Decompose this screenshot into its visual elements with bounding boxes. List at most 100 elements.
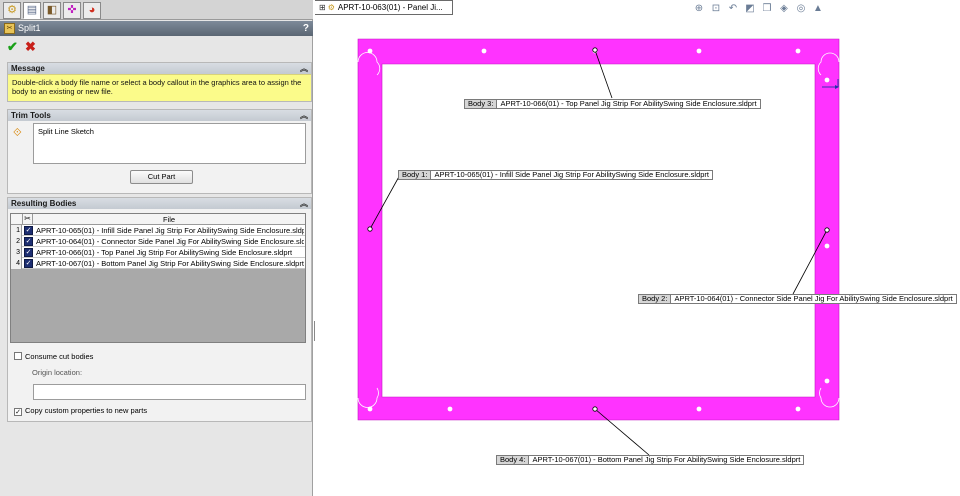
hole — [481, 48, 487, 54]
callout-tag: Body 1: — [399, 171, 432, 179]
trim-tools-header[interactable]: Trim Tools ︽ — [8, 110, 311, 121]
document-name: APRT-10-063(01) - Panel Ji... — [337, 3, 443, 12]
row-file-name[interactable]: APRT-10-066(01) - Top Panel Jig Strip Fo… — [36, 247, 304, 258]
body-callout-2[interactable]: Body 2: APRT-10-064(01) - Connector Side… — [638, 294, 957, 304]
zoom-to-fit-icon[interactable]: ⊕ — [693, 3, 705, 15]
hole — [824, 243, 830, 249]
hole — [696, 48, 702, 54]
display-manager-icon[interactable]: ◕ — [83, 2, 101, 19]
callout-anchor — [367, 226, 373, 232]
coordinate-triad-icon — [822, 79, 839, 89]
callout-file-name[interactable]: APRT-10-067(01) - Bottom Panel Jig Strip… — [529, 456, 803, 464]
graphics-area[interactable]: Body 3: APRT-10-066(01) - Top Panel Jig … — [315, 0, 960, 496]
file-column-header: File — [162, 215, 176, 224]
trim-tool-selection-icon: ⟐ — [13, 127, 22, 139]
copy-custom-properties-option[interactable]: ✓ Copy custom properties to new parts — [14, 406, 147, 416]
property-manager-icon[interactable]: ▤ — [23, 2, 41, 19]
table-row[interactable]: 1 ✓ APRT-10-065(01) - Infill Side Panel … — [11, 225, 305, 236]
feature-manager-icon[interactable]: ⚙ — [3, 2, 21, 19]
feature-title: Split1 — [18, 23, 41, 33]
body-callout-1[interactable]: Body 1: APRT-10-065(01) - Infill Side Pa… — [398, 170, 714, 180]
trim-tools-header-label: Trim Tools — [11, 111, 51, 120]
ok-button[interactable]: ✔ — [7, 40, 18, 53]
hole — [795, 406, 801, 412]
configuration-manager-icon[interactable]: ◧ — [43, 2, 61, 19]
cut-part-label: Cut Part — [147, 172, 176, 181]
row-number: 3 — [11, 247, 22, 258]
row-file-name[interactable]: APRT-10-064(01) - Connector Side Panel J… — [36, 236, 304, 247]
split-feature-icon: ✂ — [4, 23, 15, 34]
display-style-icon[interactable]: ◈ — [778, 3, 790, 15]
manager-tabs: ⚙ ▤ ◧ ✜ ◕ — [0, 0, 313, 20]
table-row[interactable]: 3 ✓ APRT-10-066(01) - Top Panel Jig Stri… — [11, 247, 305, 258]
row-checkbox[interactable]: ✓ — [24, 259, 33, 268]
row-checkbox[interactable]: ✓ — [24, 248, 33, 257]
row-checkbox[interactable]: ✓ — [24, 226, 33, 235]
hole — [367, 406, 373, 412]
hole — [795, 48, 801, 54]
feature-tree-flyout[interactable]: ⊞ ⚙ APRT-10-063(01) - Panel Ji... — [315, 0, 453, 15]
row-number: 1 — [11, 225, 22, 236]
row-number: 4 — [11, 258, 22, 269]
jig-frame-body[interactable] — [357, 38, 840, 421]
callout-file-name[interactable]: APRT-10-066(01) - Top Panel Jig Strip Fo… — [497, 100, 759, 108]
part-model-view[interactable] — [315, 0, 960, 496]
message-group-header[interactable]: Message ︽ — [8, 63, 311, 74]
cancel-button[interactable]: ✖ — [25, 40, 36, 53]
callout-tag: Body 3: — [465, 100, 498, 108]
zoom-to-area-icon[interactable]: ⊡ — [710, 3, 722, 15]
consume-cut-bodies-checkbox[interactable] — [14, 352, 22, 360]
dimxpert-icon[interactable]: ✜ — [63, 2, 81, 19]
trim-tools-group: Trim Tools ︽ ⟐ Split Line Sketch Cut Par… — [7, 109, 312, 194]
collapse-chevron-icon[interactable]: ︽ — [300, 198, 308, 209]
callout-anchor — [592, 406, 598, 412]
table-row[interactable]: 4 ✓ APRT-10-067(01) - Bottom Panel Jig S… — [11, 258, 305, 269]
callout-file-name[interactable]: APRT-10-065(01) - Infill Side Panel Jig … — [431, 171, 712, 179]
table-header: ✂ File — [11, 214, 305, 225]
appearance-icon[interactable]: ▲ — [812, 3, 824, 15]
body-callout-4[interactable]: Body 4: APRT-10-067(01) - Bottom Panel J… — [496, 455, 805, 465]
message-group: Message ︽ Double-click a body file name … — [7, 62, 312, 102]
scissors-icon: ✂ — [22, 214, 33, 225]
property-manager-panel: ⚙ ▤ ◧ ✜ ◕ ✂ Split1 ? ✔ ✖ Message ︽ Doubl… — [0, 0, 313, 496]
body-callout-3[interactable]: Body 3: APRT-10-066(01) - Top Panel Jig … — [464, 99, 761, 109]
consume-cut-bodies-label: Consume cut bodies — [25, 352, 94, 361]
callout-file-name[interactable]: APRT-10-064(01) - Connector Side Panel J… — [671, 295, 955, 303]
trim-tool-item[interactable]: Split Line Sketch — [38, 127, 301, 136]
trim-tools-list[interactable]: Split Line Sketch — [33, 123, 306, 164]
hide-show-items-icon[interactable]: ◎ — [795, 3, 807, 15]
hole — [447, 406, 453, 412]
expand-icon[interactable]: ⊞ — [319, 3, 326, 12]
hole — [367, 48, 373, 54]
section-view-icon[interactable]: ◩ — [744, 3, 756, 15]
resulting-bodies-header-label: Resulting Bodies — [11, 199, 77, 208]
callout-tag: Body 2: — [639, 295, 672, 303]
row-checkbox[interactable]: ✓ — [24, 237, 33, 246]
callout-tag: Body 4: — [497, 456, 530, 464]
row-file-name[interactable]: APRT-10-067(01) - Bottom Panel Jig Strip… — [36, 258, 304, 269]
copy-custom-properties-label: Copy custom properties to new parts — [25, 406, 148, 415]
view-orientation-icon[interactable]: ❒ — [761, 3, 773, 15]
row-number: 2 — [11, 236, 22, 247]
origin-location-label: Origin location: — [32, 368, 83, 377]
hole — [696, 406, 702, 412]
resulting-bodies-header[interactable]: Resulting Bodies ︽ — [8, 198, 311, 209]
collapse-chevron-icon[interactable]: ︽ — [300, 63, 308, 74]
message-header-label: Message — [11, 64, 45, 73]
hole — [824, 378, 830, 384]
cut-part-button[interactable]: Cut Part — [130, 170, 193, 184]
heads-up-view-toolbar: ⊕ ⊡ ↶ ◩ ❒ ◈ ◎ ▲ — [693, 3, 824, 17]
previous-view-icon[interactable]: ↶ — [727, 3, 739, 15]
part-icon: ⚙ — [327, 3, 335, 12]
copy-custom-properties-checkbox[interactable]: ✓ — [14, 408, 22, 416]
table-row[interactable]: 2 ✓ APRT-10-064(01) - Connector Side Pan… — [11, 236, 305, 247]
feature-title-bar: ✂ Split1 ? — [0, 21, 313, 36]
row-file-name[interactable]: APRT-10-065(01) - Infill Side Panel Jig … — [36, 225, 304, 236]
resulting-bodies-table: ✂ File 1 ✓ APRT-10-065(01) - Infill Side… — [10, 213, 306, 343]
callout-anchor — [592, 47, 598, 53]
callout-anchor — [824, 227, 830, 233]
consume-cut-bodies-option[interactable]: Consume cut bodies — [14, 352, 93, 362]
collapse-chevron-icon[interactable]: ︽ — [300, 110, 308, 121]
origin-location-field[interactable] — [33, 384, 306, 400]
help-button[interactable]: ? — [303, 21, 309, 36]
